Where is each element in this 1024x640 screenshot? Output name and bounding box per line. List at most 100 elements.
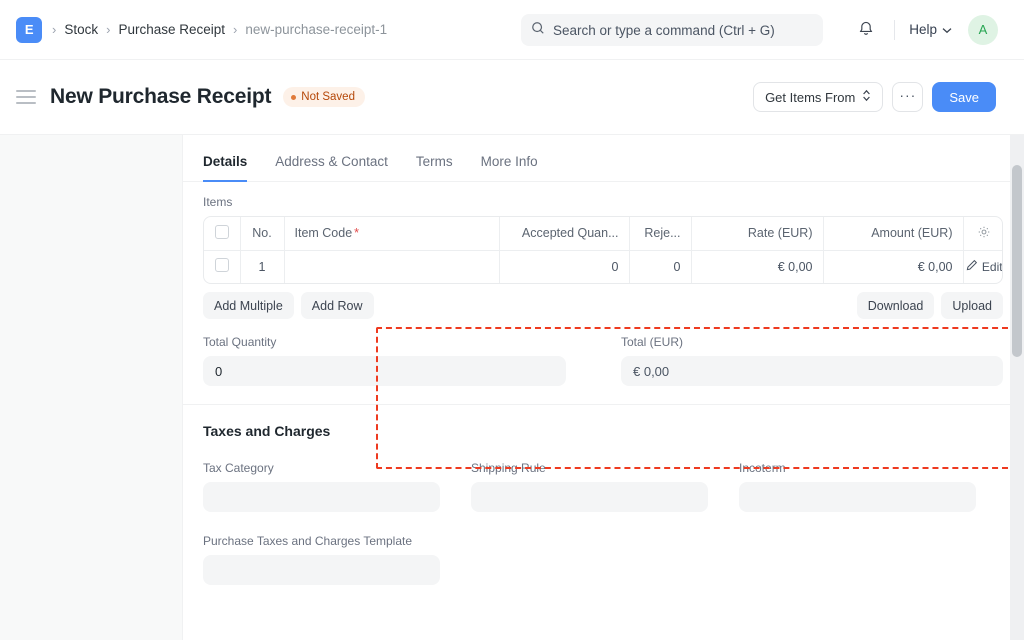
cell-item-code[interactable] [284, 250, 499, 283]
notifications-button[interactable] [850, 14, 882, 46]
sidebar-toggle-icon[interactable] [16, 90, 36, 103]
shipping-rule-label: Shipping Rule [471, 461, 708, 475]
cell-amount[interactable]: € 0,00 [823, 250, 963, 283]
taxes-and-charges-section: Taxes and Charges Tax Category Shipping … [183, 405, 1023, 585]
tax-category-field: Tax Category [203, 461, 440, 512]
cell-rate[interactable]: € 0,00 [691, 250, 823, 283]
add-row-button[interactable]: Add Row [301, 292, 374, 319]
select-all-header [204, 217, 240, 250]
items-section: Items No. Item Code* [183, 182, 1023, 319]
get-items-from-label: Get Items From [765, 90, 855, 105]
total-quantity-field: Total Quantity 0 [203, 335, 603, 386]
shipping-rule-input[interactable] [471, 482, 708, 512]
column-item-code-label: Item Code [295, 226, 353, 240]
column-accepted-qty-label: Accepted Quan... [510, 226, 619, 240]
totals-section: Total Quantity 0 Total (EUR) € 0,00 [183, 319, 1023, 405]
gear-icon[interactable] [977, 228, 991, 242]
breadcrumb: › Stock › Purchase Receipt › new-purchas… [52, 22, 387, 37]
form-tabs: Details Address & Contact Terms More Inf… [183, 135, 1023, 182]
column-amount: Amount (EUR) [823, 217, 963, 250]
help-menu-button[interactable]: Help [907, 18, 954, 41]
status-badge-label: Not Saved [301, 91, 355, 103]
tab-details[interactable]: Details [203, 154, 247, 182]
cell-rejected-qty[interactable]: 0 [629, 250, 691, 283]
body-area: Details Address & Contact Terms More Inf… [0, 135, 1024, 640]
items-label: Items [203, 195, 1003, 209]
column-rejected-qty-label: Reje... [640, 226, 681, 240]
tax-category-label: Tax Category [203, 461, 440, 475]
taxes-fields-row-2: Purchase Taxes and Charges Template [203, 534, 1003, 585]
global-search[interactable] [521, 14, 823, 46]
total-eur-label: Total (EUR) [621, 335, 1003, 349]
avatar[interactable]: A [968, 15, 998, 45]
chevron-right-icon: › [106, 23, 110, 36]
total-eur-value: € 0,00 [621, 356, 1003, 386]
page-header-actions: Get Items From ··· Save [753, 82, 996, 112]
column-accepted-qty: Accepted Quan... [499, 217, 629, 250]
taxes-fields-row-1: Tax Category Shipping Rule Incoterm [203, 461, 1003, 512]
purchase-taxes-template-label: Purchase Taxes and Charges Template [203, 534, 440, 548]
status-dot-icon [291, 95, 296, 100]
column-rate: Rate (EUR) [691, 217, 823, 250]
scrollbar-thumb[interactable] [1012, 165, 1022, 357]
purchase-taxes-template-field: Purchase Taxes and Charges Template [203, 534, 440, 585]
get-items-from-button[interactable]: Get Items From [753, 82, 883, 112]
cell-edit[interactable]: Edit [963, 250, 1003, 283]
shipping-rule-field: Shipping Rule [471, 461, 708, 512]
chevron-up-down-icon [862, 89, 871, 105]
search-input[interactable] [553, 23, 813, 38]
breadcrumb-item-purchase-receipt[interactable]: Purchase Receipt [118, 22, 225, 37]
items-table-actions: Add Multiple Add Row Download Upload [203, 292, 1003, 319]
vertical-scrollbar[interactable] [1010, 135, 1024, 640]
search-icon [531, 21, 545, 40]
column-rejected-qty: Reje... [629, 217, 691, 250]
row-select-cell [204, 250, 240, 283]
required-asterisk-icon: * [354, 226, 359, 240]
help-label: Help [909, 22, 937, 37]
breadcrumb-item-stock[interactable]: Stock [64, 22, 98, 37]
breadcrumb-item-current: new-purchase-receipt-1 [245, 22, 387, 37]
items-table: No. Item Code* Accepted Quan... Reje... [203, 216, 1003, 284]
edit-label: Edit [982, 260, 1003, 274]
select-all-checkbox[interactable] [215, 225, 229, 239]
row-checkbox[interactable] [215, 258, 229, 272]
incoterm-label: Incoterm [739, 461, 976, 475]
chevron-right-icon: › [233, 23, 237, 36]
tab-terms[interactable]: Terms [416, 154, 453, 182]
cell-accepted-qty[interactable]: 0 [499, 250, 629, 283]
incoterm-input[interactable] [739, 482, 976, 512]
page-header: New Purchase Receipt Not Saved Get Items… [0, 60, 1024, 135]
navbar-right-actions: Help A [850, 14, 998, 46]
tab-address-contact[interactable]: Address & Contact [275, 154, 388, 182]
form-content: Details Address & Contact Terms More Inf… [183, 135, 1024, 640]
purchase-taxes-template-input[interactable] [203, 555, 440, 585]
edit-row-button[interactable]: Edit [964, 259, 1004, 274]
download-button[interactable]: Download [857, 292, 935, 319]
items-import-export-actions: Download Upload [857, 292, 1003, 319]
left-side-panel [0, 135, 183, 640]
table-row[interactable]: 1 0 0 € 0,00 € 0,00 [204, 250, 1003, 283]
column-no: No. [240, 217, 284, 250]
more-options-button[interactable]: ··· [892, 82, 923, 112]
upload-button[interactable]: Upload [941, 292, 1003, 319]
add-multiple-button[interactable]: Add Multiple [203, 292, 294, 319]
chevron-down-icon [942, 22, 952, 37]
app-logo-icon[interactable]: E [16, 17, 42, 43]
table-header-row: No. Item Code* Accepted Quan... Reje... [204, 217, 1003, 250]
page-title: New Purchase Receipt [50, 85, 271, 109]
incoterm-field: Incoterm [739, 461, 976, 512]
navbar-divider [894, 20, 895, 40]
tax-category-input[interactable] [203, 482, 440, 512]
taxes-section-title: Taxes and Charges [203, 423, 1003, 439]
save-button[interactable]: Save [932, 82, 996, 112]
status-badge: Not Saved [283, 87, 365, 107]
total-quantity-label: Total Quantity [203, 335, 566, 349]
app-root: E › Stock › Purchase Receipt › new-purch… [0, 0, 1024, 640]
total-eur-field: Total (EUR) € 0,00 [603, 335, 1003, 386]
column-item-code: Item Code* [284, 217, 499, 250]
top-navbar: E › Stock › Purchase Receipt › new-purch… [0, 0, 1024, 60]
total-quantity-value[interactable]: 0 [203, 356, 566, 386]
tab-more-info[interactable]: More Info [481, 154, 538, 182]
chevron-right-icon: › [52, 23, 56, 36]
column-settings [963, 217, 1003, 250]
